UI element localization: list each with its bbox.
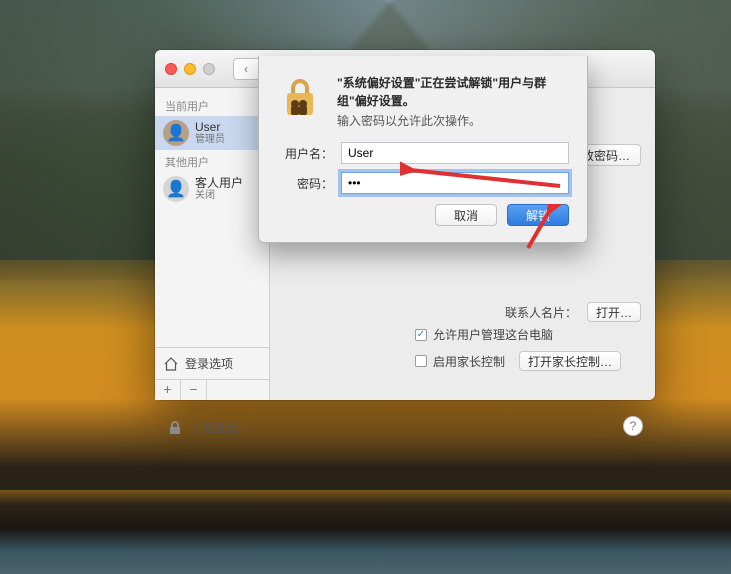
house-icon [163, 356, 179, 372]
back-button[interactable]: ‹ [233, 58, 259, 80]
username-input[interactable] [341, 142, 569, 164]
lock-status-row: 正在鉴定… [167, 419, 251, 436]
contact-row: 联系人名片： 打开… [270, 302, 641, 322]
allow-manage-label: 允许用户管理这台电脑 [433, 326, 553, 343]
checkbox-icon[interactable] [415, 355, 427, 367]
user-role: 管理员 [195, 134, 225, 145]
allow-manage-row[interactable]: 允许用户管理这台电脑 [415, 326, 621, 343]
user-name: User [195, 121, 225, 134]
lock-status-text: 正在鉴定… [191, 419, 251, 436]
parental-label: 启用家长控制 [433, 353, 505, 370]
open-parental-button[interactable]: 打开家长控制… [519, 351, 621, 371]
add-remove-row: + − [155, 380, 269, 400]
sidebar-section-other: 其他用户 [155, 150, 269, 172]
zoom-icon[interactable] [203, 63, 215, 75]
auth-sheet: "系统偏好设置"正在尝试解锁"用户与群组"偏好设置。 输入密码以允许此次操作。 … [258, 56, 588, 243]
minimize-icon[interactable] [184, 63, 196, 75]
add-button[interactable]: + [155, 380, 181, 400]
parental-row[interactable]: 启用家长控制 打开家长控制… [415, 351, 621, 371]
lock-icon [167, 420, 183, 436]
sheet-message-main: "系统偏好设置"正在尝试解锁"用户与群组"偏好设置。 [337, 74, 569, 110]
lock-large-icon [277, 74, 323, 120]
user-role: 关闭 [195, 190, 243, 201]
password-input[interactable] [341, 172, 569, 194]
sidebar-user-current[interactable]: 👤 User 管理员 [155, 116, 269, 150]
sheet-message-sub: 输入密码以允许此次操作。 [337, 112, 569, 130]
password-label: 密码： [277, 175, 341, 192]
checkbox-icon[interactable] [415, 329, 427, 341]
username-label: 用户名： [277, 145, 341, 162]
remove-button[interactable]: − [181, 380, 207, 400]
sidebar: 当前用户 👤 User 管理员 其他用户 👤 客人用户 关闭 登录选 [155, 88, 270, 400]
avatar: 👤 [163, 176, 189, 202]
unlock-button[interactable]: 解锁 [507, 204, 569, 226]
open-contact-button[interactable]: 打开… [587, 302, 641, 322]
window-controls [155, 63, 215, 75]
login-options[interactable]: 登录选项 [155, 348, 269, 380]
sidebar-section-current: 当前用户 [155, 94, 269, 116]
login-options-label: 登录选项 [185, 355, 233, 372]
sidebar-user-guest[interactable]: 👤 客人用户 关闭 [155, 172, 269, 206]
close-icon[interactable] [165, 63, 177, 75]
contact-label: 联系人名片： [505, 304, 577, 321]
cancel-button[interactable]: 取消 [435, 204, 497, 226]
user-name: 客人用户 [195, 177, 243, 190]
help-button[interactable]: ? [623, 416, 643, 436]
avatar: 👤 [163, 120, 189, 146]
